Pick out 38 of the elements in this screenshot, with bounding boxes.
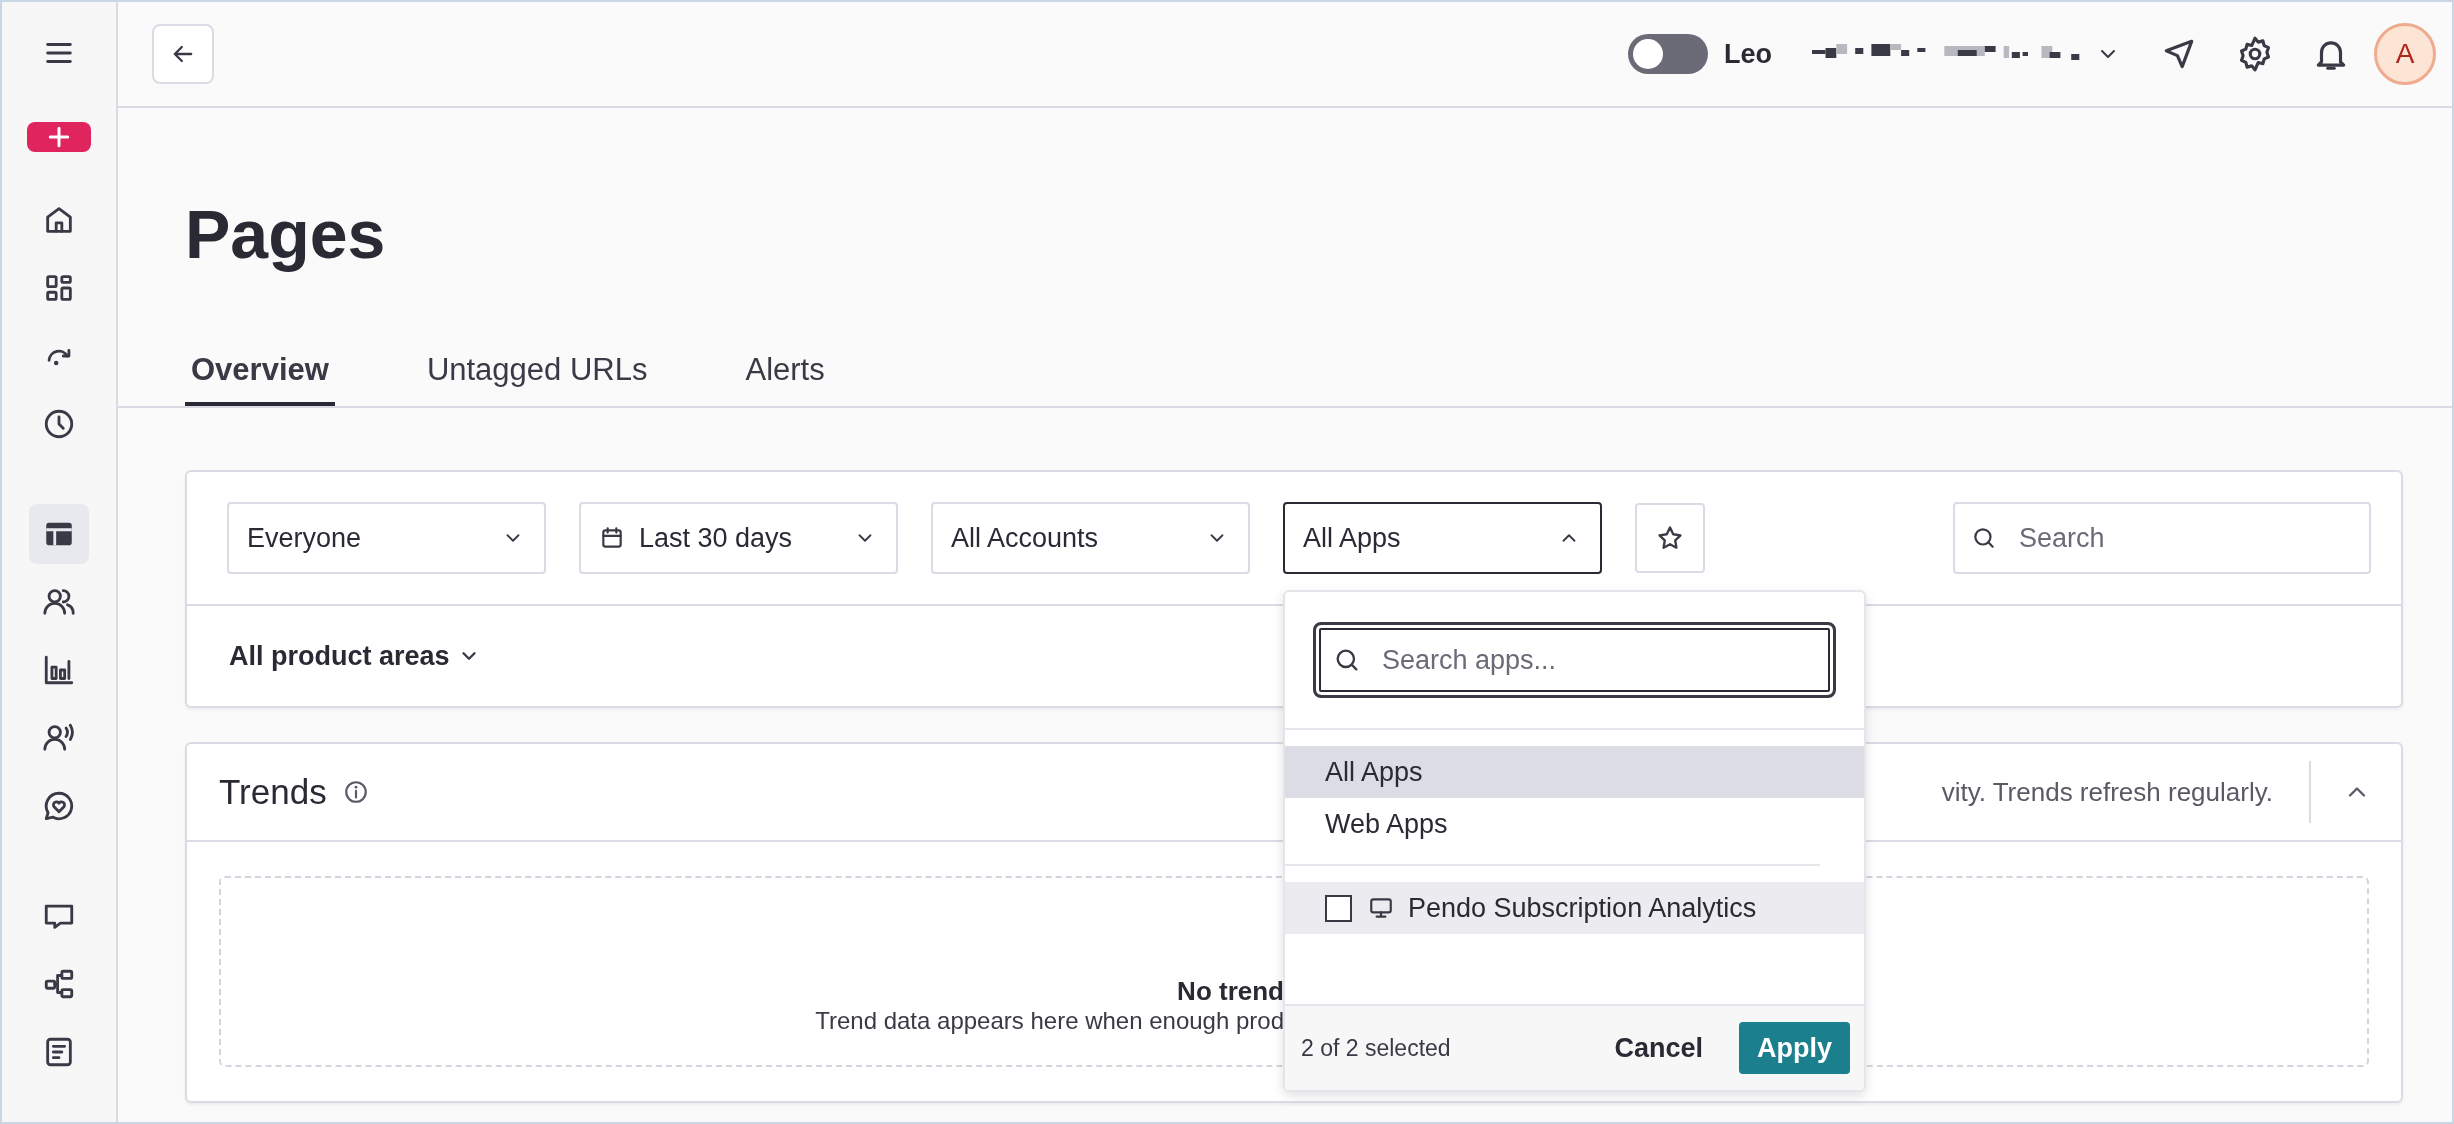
filter-dropdown[interactable]: Last 30 days (579, 502, 898, 574)
search-field[interactable]: Search (1953, 502, 2371, 574)
tab[interactable]: Alerts (739, 332, 831, 406)
calendar-icon (599, 525, 625, 551)
create-button[interactable] (27, 122, 91, 152)
section-description: vity. Trends refresh regularly. (1941, 761, 2311, 823)
tab[interactable]: Overview (185, 332, 335, 406)
app-option[interactable]: Pendo Subscription Analytics (1285, 882, 1864, 934)
flow-nodes-icon (42, 967, 76, 1001)
info-icon[interactable] (342, 779, 369, 805)
toggle-switch[interactable] (1628, 34, 1708, 74)
star-icon (1656, 524, 1684, 552)
search-icon (1971, 525, 1997, 551)
filter-dropdown[interactable]: Everyone (227, 502, 546, 574)
page-title: Pages (185, 195, 387, 274)
menu-option[interactable]: Web Apps (1285, 798, 1864, 850)
menu-option[interactable]: All Apps (1285, 746, 1864, 798)
section-title: Trends (219, 772, 327, 812)
empty-state-title: No trend (1177, 976, 1284, 1007)
monitor-icon (1368, 895, 1394, 921)
clock-icon (42, 407, 76, 441)
toggle-label: Leo (1724, 38, 1772, 70)
apply-button[interactable]: Apply (1739, 1022, 1850, 1074)
favorite-button[interactable] (1635, 503, 1705, 573)
app-search-field[interactable]: Search apps... (1313, 622, 1836, 698)
bar-chart-icon (42, 653, 76, 687)
back-button[interactable] (152, 24, 214, 84)
selection-count: 2 of 2 selected (1301, 1034, 1452, 1062)
cancel-button[interactable]: Cancel (1608, 1026, 1709, 1070)
heart-chat-icon (42, 789, 76, 823)
product-areas-dropdown[interactable]: All product areas (225, 636, 484, 676)
checkbox[interactable] (1325, 894, 1352, 922)
tab[interactable]: Untagged URLs (420, 332, 654, 406)
filter-dropdown[interactable]: All Apps (1283, 502, 1602, 574)
sidebar-item[interactable] (29, 504, 89, 564)
avatar[interactable]: A (2374, 23, 2436, 85)
filter-dropdown[interactable]: All Accounts (931, 502, 1250, 574)
empty-state-text: Trend data appears here when enough prod (815, 1007, 1284, 1035)
